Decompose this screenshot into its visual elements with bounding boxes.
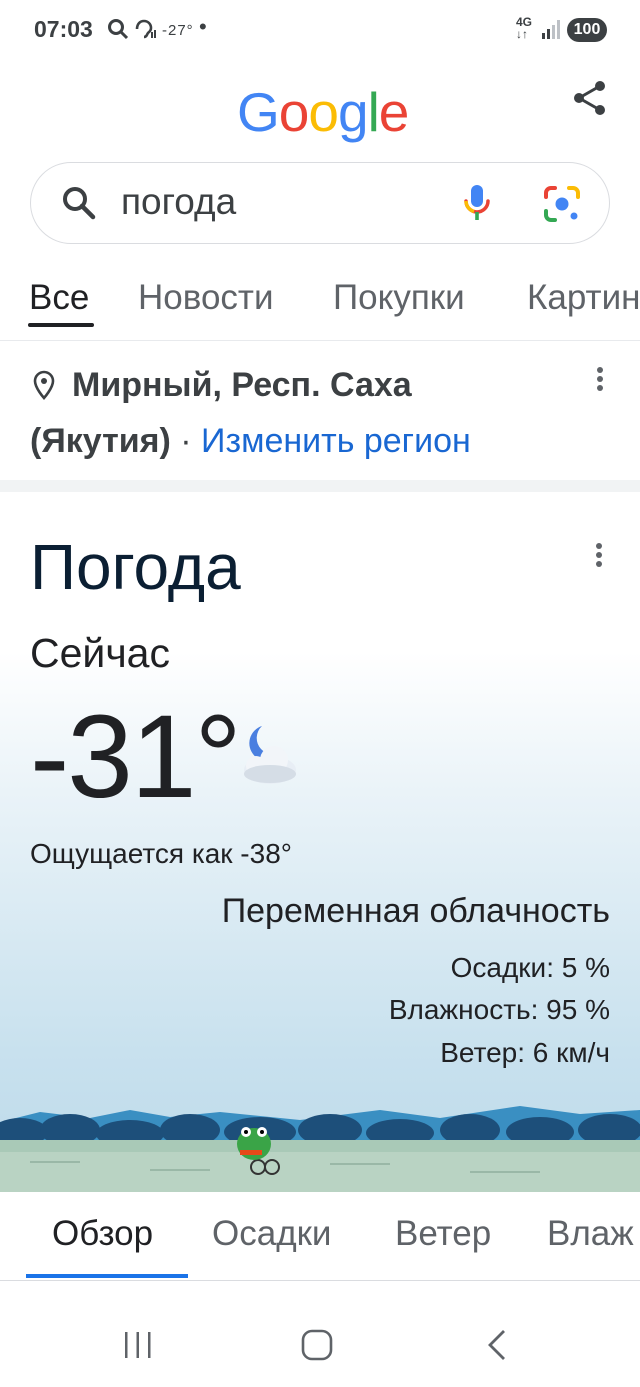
logo-letter: l [367,81,380,143]
tab-wind[interactable]: Ветер [395,1214,491,1254]
active-tab-indicator [28,323,94,327]
location-pin-icon [32,370,56,407]
change-region-link[interactable]: Изменить регион [201,422,471,460]
tab-news[interactable]: Новости [138,278,274,318]
location-separator: · [170,422,202,460]
more-notifications-dot: • [199,14,207,39]
share-icon[interactable] [570,78,610,118]
logo-letter: o [308,81,339,143]
status-bar: 07:03 -27° • 4G ↓↑ 100 [0,0,640,62]
wind-value: Ветер: 6 км/ч [440,1037,610,1068]
humidity-value: Влажность: 95 % [388,994,610,1025]
weather-more-icon[interactable] [595,540,603,570]
battery-indicator: 100 [567,18,607,42]
google-lens-icon[interactable] [543,185,581,228]
search-query[interactable]: погода [121,181,236,223]
location-region: (Якутия) [30,422,171,460]
logo-letter: e [378,81,410,143]
location-name: Мирный, Респ. Саха [72,366,412,404]
network-type: 4G ↓↑ [516,15,533,41]
location-line2: (Якутия) · Изменить регион [30,422,471,461]
partly-cloudy-night-icon [232,720,302,795]
feels-like: Ощущается как -38° [30,838,292,869]
tab-humidity[interactable]: Влаж [547,1214,634,1254]
weather-tab-indicator [26,1274,188,1278]
system-navigation-bar [0,1290,640,1387]
search-box[interactable]: погода [30,162,610,244]
location-more-icon[interactable] [596,364,604,394]
search-icon[interactable] [61,185,97,226]
weather-tabs: Обзор Осадки Ветер Влаж [0,1192,640,1281]
signal-icon [541,18,561,45]
logo-letter: G [237,81,280,143]
logo-letter: o [278,81,310,143]
weather-title: Погода [30,531,241,603]
tab-overview[interactable]: Обзор [52,1214,153,1254]
temperature-notification: -27° [162,22,194,39]
tab-images[interactable]: Картин [527,278,640,318]
microphone-icon[interactable] [461,183,493,228]
google-logo[interactable]: Google [237,80,410,144]
precipitation-value: Осадки: 5 % [450,952,610,983]
location-section: Мирный, Респ. Саха (Якутия) · Изменить р… [0,342,640,480]
tab-all[interactable]: Все [29,278,89,318]
home-icon[interactable] [300,1328,334,1367]
hearing-notification-icon [133,17,157,46]
weather-condition: Переменная облачность [221,892,610,930]
logo-letter: g [337,81,369,143]
weather-card: Погода Сейчас -31° Ощущается как -38° Пе… [0,492,640,1192]
now-label: Сейчас [30,630,170,676]
search-notification-icon [107,17,129,46]
back-icon[interactable] [484,1328,510,1367]
recent-apps-icon[interactable] [122,1330,154,1365]
current-temperature: -31° [30,691,242,823]
search-tabs: Все Новости Покупки Картин [0,262,640,341]
tab-shopping[interactable]: Покупки [333,278,465,318]
status-time: 07:03 [34,16,93,42]
weather-landscape-illustration [0,1092,640,1192]
tab-precipitation[interactable]: Осадки [212,1214,331,1254]
section-divider [0,480,640,492]
